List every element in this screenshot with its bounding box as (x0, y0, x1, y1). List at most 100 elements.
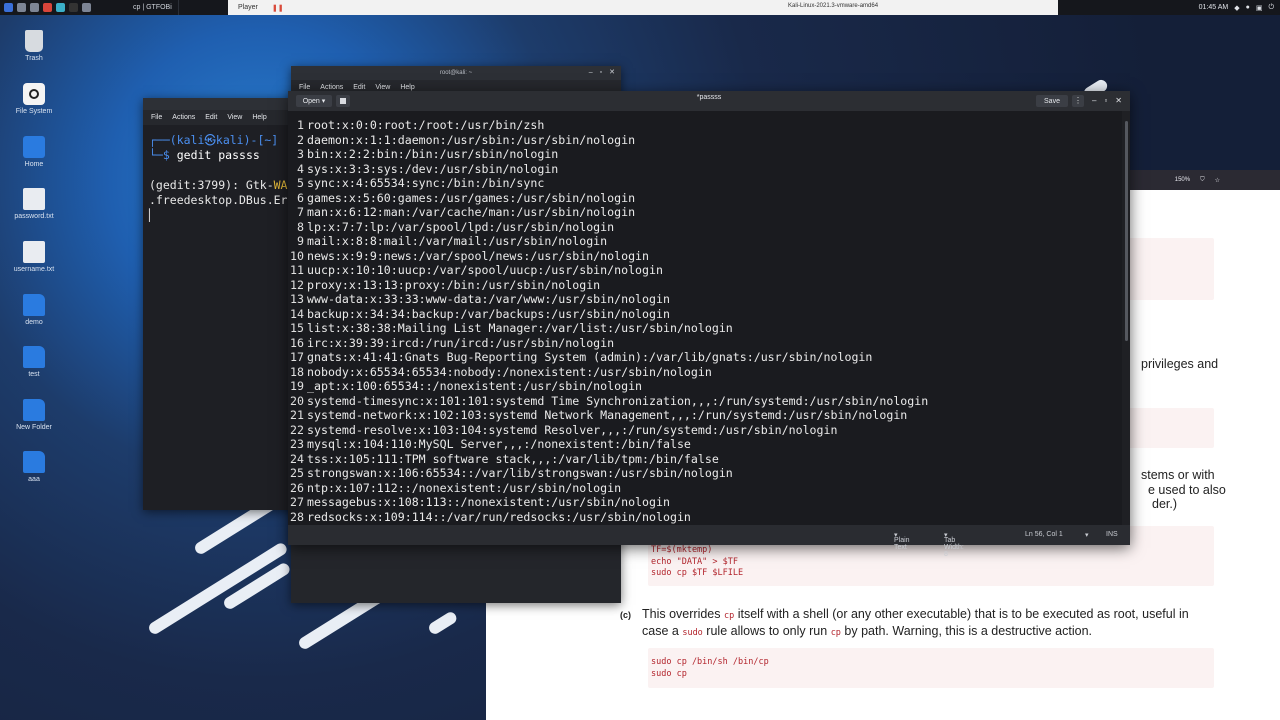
editor-line[interactable]: 4 sys:x:3:3:sys:/dev:/usr/sbin/nologin (288, 162, 1122, 177)
doc-text-fragment: privileges and (1141, 357, 1219, 371)
line-number: 22 (290, 422, 304, 437)
text-file-icon (23, 241, 45, 263)
maximize-icon[interactable]: ▫ (600, 69, 602, 77)
vertical-scrollbar[interactable] (1122, 111, 1130, 525)
drive-icon (23, 83, 45, 105)
line-number: 3 (297, 147, 304, 161)
bell-icon[interactable]: ● (1246, 4, 1250, 11)
editor-line[interactable]: 9 mail:x:8:8:mail:/var/mail:/usr/sbin/nol… (288, 234, 1122, 249)
menu-help[interactable]: Help (400, 84, 414, 91)
editor-line[interactable]: 12 proxy:x:13:13:proxy:/bin:/usr/sbin/nol… (288, 278, 1122, 293)
editor-line[interactable]: 15 list:x:38:38:Mailing List Manager:/var… (288, 321, 1122, 336)
editor-line[interactable]: 28 redsocks:x:109:114::/var/run/redsocks:… (288, 510, 1122, 525)
line-text: backup:x:34:34:backup:/var/backups:/usr/… (307, 306, 670, 321)
minimize-icon[interactable]: – (589, 69, 593, 77)
menu-actions[interactable]: Actions (320, 84, 343, 91)
line-text: _apt:x:100:65534::/nonexistent:/usr/sbin… (307, 379, 643, 393)
desktop-icon-test[interactable]: test (4, 346, 64, 378)
tab-width-selector[interactable]: Tab Width: 8 ▾ (944, 531, 964, 558)
editor-line[interactable]: 21 systemd-network:x:102:103:systemd Netw… (288, 408, 1122, 423)
scrollbar-thumb[interactable] (1125, 121, 1128, 341)
editor-line[interactable]: 27 messagebus:x:108:113::/nonexistent:/us… (288, 495, 1122, 510)
editor-line[interactable]: 16 irc:x:39:39:ircd:/run/ircd:/usr/sbin/n… (288, 336, 1122, 351)
editor-line[interactable]: 13 www-data:x:33:33:www-data:/var/www:/us… (288, 292, 1122, 307)
menu-file[interactable]: File (299, 84, 310, 91)
insert-mode[interactable]: INS (1106, 531, 1118, 538)
line-text: man:x:6:12:man:/var/cache/man:/usr/sbin/… (307, 205, 636, 219)
desktop-icon-demo[interactable]: demo (4, 294, 64, 326)
menu-help[interactable]: Help (252, 114, 266, 121)
line-number: 8 (297, 219, 304, 234)
star-icon[interactable]: ☆ (1215, 177, 1220, 184)
workspace-icon[interactable] (30, 3, 39, 12)
editor-line[interactable]: 5 sync:x:4:65534:sync:/bin:/bin/sync (288, 176, 1122, 191)
zoom-level[interactable]: 150% (1175, 177, 1190, 183)
cursor-position[interactable]: Ln 56, Col 1 (1025, 531, 1063, 538)
editor-line[interactable]: 25 strongswan:x:106:65534::/var/lib/stron… (288, 466, 1122, 481)
line-number: 28 (290, 509, 304, 524)
editor-line[interactable]: 3 bin:x:2:2:bin:/bin:/usr/sbin/nologin (288, 147, 1122, 162)
editor-line[interactable]: 20 systemd-timesync:x:101:101:systemd Tim… (288, 394, 1122, 409)
line-text: strongswan:x:106:65534::/var/lib/strongs… (307, 466, 733, 480)
editor-line[interactable]: 1 root:x:0:0:root:/root:/usr/bin/zsh (288, 118, 1122, 133)
save-button[interactable]: Save (1036, 95, 1068, 107)
output-text: .freedesktop.DBus.Er (149, 193, 288, 207)
vm-player-label[interactable]: Player (238, 4, 258, 11)
hamburger-menu-icon[interactable]: ⋮ (1072, 95, 1084, 107)
desktop-icon-username[interactable]: username.txt (4, 241, 64, 273)
menu-actions[interactable]: Actions (172, 114, 195, 121)
editor-line[interactable]: 8 lp:x:7:7:lp:/var/spool/lpd:/usr/sbin/no… (288, 220, 1122, 235)
gedit-headerbar: Open ▾ *passss Save ⋮ – ▫ ✕ (288, 91, 1130, 111)
network-icon[interactable]: ▣ (1256, 4, 1263, 12)
minimize-icon[interactable]: – (1092, 96, 1096, 105)
app-icon[interactable] (56, 3, 65, 12)
text-editor[interactable]: 1 root:x:0:0:root:/root:/usr/bin/zsh 2 daem… (288, 111, 1122, 525)
editor-line[interactable]: 11 uucp:x:10:10:uucp:/var/spool/uucp:/usr… (288, 263, 1122, 278)
menu-view[interactable]: View (375, 84, 390, 91)
power-icon[interactable]: ⏻ (1268, 4, 1274, 12)
workspace-icon[interactable] (17, 3, 26, 12)
editor-line[interactable]: 7 man:x:6:12:man:/var/cache/man:/usr/sbin… (288, 205, 1122, 220)
desktop-icon-filesystem[interactable]: File System (4, 83, 64, 115)
chevron-down-icon[interactable]: ▾ (1085, 531, 1089, 539)
clock[interactable]: 01:45 AM (1199, 4, 1229, 11)
editor-line[interactable]: 24 tss:x:105:111:TPM software stack,,,:/v… (288, 452, 1122, 467)
menu-edit[interactable]: Edit (205, 114, 217, 121)
close-icon[interactable]: ✕ (1115, 96, 1122, 105)
line-number: 26 (290, 480, 304, 495)
language-selector[interactable]: Plain Text ▾ (894, 531, 910, 551)
editor-line[interactable]: 6 games:x:5:60:games:/usr/games:/usr/sbin… (288, 191, 1122, 206)
menu-view[interactable]: View (227, 114, 242, 121)
line-number: 11 (290, 263, 304, 277)
terminal-output[interactable]: ┌──(kali㉿kali)-[~] └─$ gedit passss (ged… (143, 125, 303, 231)
maximize-icon[interactable]: ▫ (1104, 96, 1107, 105)
editor-line[interactable]: 19 _apt:x:100:65534::/nonexistent:/usr/sb… (288, 379, 1122, 394)
close-icon[interactable]: ✕ (609, 69, 615, 77)
browser-icon[interactable] (43, 3, 52, 12)
notification-icon[interactable]: ◆ (1234, 4, 1239, 12)
editor-line[interactable]: 26 ntp:x:107:112::/nonexistent:/usr/sbin/… (288, 481, 1122, 496)
editor-line[interactable]: 14 backup:x:34:34:backup:/var/backups:/us… (288, 307, 1122, 322)
editor-line[interactable]: 17 gnats:x:41:41:Gnats Bug-Reporting Syst… (288, 350, 1122, 365)
home-folder-icon (23, 136, 45, 158)
terminal-icon[interactable] (69, 3, 78, 12)
desktop-icon-aaa[interactable]: aaa (4, 451, 64, 483)
menu-icon[interactable] (4, 3, 13, 12)
desktop-icon-password[interactable]: password.txt (4, 188, 64, 220)
menu-file[interactable]: File (151, 114, 162, 121)
desktop-icon-trash[interactable]: Trash (4, 30, 64, 62)
taskbar-tab[interactable]: cp | GTFOBi (127, 0, 179, 15)
doc-text: by path. Warning, this is a destructive … (844, 624, 1092, 638)
folder-icon (23, 346, 45, 368)
menu-edit[interactable]: Edit (353, 84, 365, 91)
editor-line[interactable]: 10 news:x:9:9:news:/var/spool/news:/usr/s… (288, 249, 1122, 264)
shield-icon[interactable]: ⛉ (1200, 177, 1205, 184)
editor-line[interactable]: 23 mysql:x:104:110:MySQL Server,,,:/nonex… (288, 437, 1122, 452)
pause-icon[interactable]: ❚❚ (272, 4, 284, 12)
editor-line[interactable]: 22 systemd-resolve:x:103:104:systemd Reso… (288, 423, 1122, 438)
desktop-icon-new-folder[interactable]: New Folder (4, 399, 64, 431)
editor-line[interactable]: 18 nobody:x:65534:65534:nobody:/nonexiste… (288, 365, 1122, 380)
desktop-icon-home[interactable]: Home (4, 136, 64, 168)
app-icon[interactable] (82, 3, 91, 12)
editor-line[interactable]: 2 daemon:x:1:1:daemon:/usr/sbin:/usr/sbin… (288, 133, 1122, 148)
